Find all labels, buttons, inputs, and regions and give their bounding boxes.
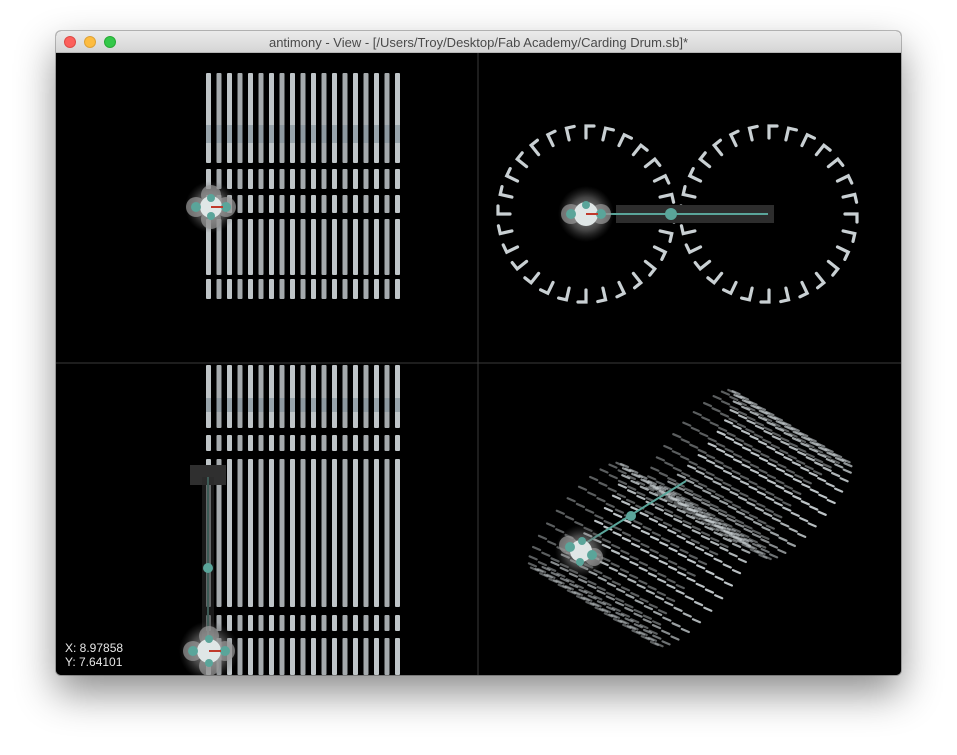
axle-node[interactable] [203, 563, 213, 573]
drum-3d-rendering [527, 388, 853, 648]
node-cluster[interactable] [555, 525, 607, 577]
y-coordinate: Y: 7.64101 [65, 655, 123, 669]
app-window: antimony - View - [/Users/Troy/Desktop/F… [56, 31, 901, 675]
drum-teeth-columns [206, 73, 400, 299]
axle-node[interactable] [626, 511, 636, 521]
drum-teeth-columns [206, 365, 400, 675]
front-view[interactable] [496, 124, 859, 304]
axle-node[interactable] [665, 208, 677, 220]
node-cluster[interactable] [558, 186, 614, 242]
title-bar[interactable]: antimony - View - [/Users/Troy/Desktop/F… [56, 31, 901, 53]
side-view[interactable] [179, 365, 400, 675]
3d-view[interactable] [527, 388, 853, 648]
node-cluster[interactable] [185, 181, 237, 233]
cursor-coordinates: X: 8.97858 Y: 7.64101 [65, 641, 123, 669]
x-coordinate: X: 8.97858 [65, 641, 124, 655]
scene-canvas[interactable] [56, 53, 901, 675]
window-title: antimony - View - [/Users/Troy/Desktop/F… [268, 35, 689, 50]
top-view[interactable] [185, 73, 400, 299]
viewport-area[interactable]: X: 8.97858 Y: 7.64101 [56, 53, 901, 675]
